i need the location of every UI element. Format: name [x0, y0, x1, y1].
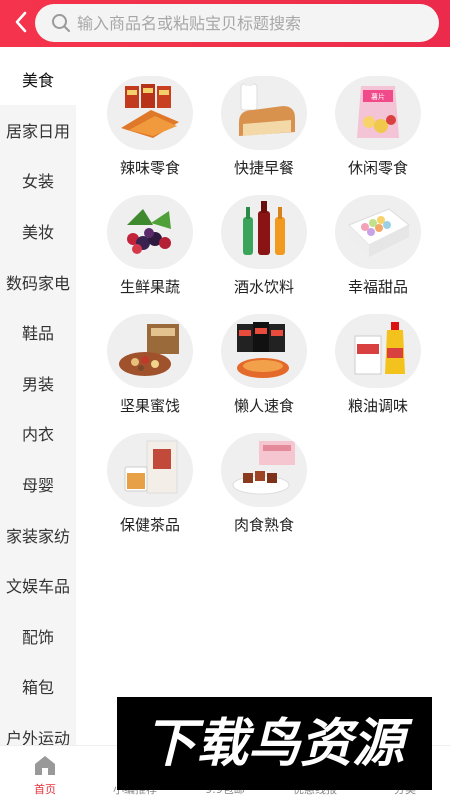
macaron-box-image: [335, 195, 421, 269]
search-bar[interactable]: [35, 4, 439, 42]
category-label: 懒人速食: [233, 397, 294, 415]
svg-text:薯片: 薯片: [371, 92, 385, 101]
category-item[interactable]: 坚果蜜饯: [93, 314, 207, 416]
chips-bag-image: 薯片: [335, 76, 421, 150]
tea-box-image: [107, 433, 193, 507]
category-item[interactable]: 肉食熟食: [207, 433, 321, 535]
category-item[interactable]: 保健茶品: [93, 433, 207, 535]
braised-meat-image: [221, 433, 307, 507]
category-item[interactable]: 快捷早餐: [207, 76, 321, 178]
category-label: 酒水饮料: [233, 278, 294, 296]
bottles-image: [221, 195, 307, 269]
sidebar-item[interactable]: 美妆: [0, 206, 76, 257]
home-icon: [35, 756, 55, 775]
tab-item[interactable]: 首页: [0, 746, 90, 800]
rice-oil-image: [335, 314, 421, 388]
sidebar-item[interactable]: 母婴: [0, 459, 76, 510]
category-sidebar: 美食 居家日用 女装 美妆 数码家电 鞋品 男装 内衣 母婴 家装家纺 文娱车品 配饰 箱包 户外运动: [0, 54, 76, 745]
category-label: 幸福甜品: [347, 278, 408, 296]
category-item[interactable]: 粮油调味: [321, 314, 435, 416]
category-label: 粮油调味: [347, 397, 408, 415]
sidebar-item[interactable]: 户外运动: [0, 712, 76, 745]
instant-noodles-image: [221, 314, 307, 388]
sidebar-item[interactable]: 女装: [0, 155, 76, 206]
category-label: 保健茶品: [119, 516, 180, 534]
subcategory-grid: 辣味零食 快捷早餐 薯片 休闲零食 生鲜果蔬 酒水饮料 幸福甜品 坚果蜜饯 懒人…: [93, 76, 435, 535]
watermark-logo-image: 下载鸟资源: [144, 714, 413, 774]
search-icon: [52, 14, 70, 32]
category-label: 生鲜果蔬: [119, 278, 180, 296]
sidebar-item[interactable]: 男装: [0, 358, 76, 409]
search-input[interactable]: [77, 13, 417, 33]
sidebar-item[interactable]: 数码家电: [0, 256, 76, 307]
category-item[interactable]: 酒水饮料: [207, 195, 321, 297]
category-label: 休闲零食: [347, 159, 408, 177]
berries-image: [107, 195, 193, 269]
spicy-snack-image: [107, 76, 193, 150]
top-bar: [0, 0, 450, 47]
category-item[interactable]: 生鲜果蔬: [93, 195, 207, 297]
tab-label: 首页: [34, 783, 56, 796]
sidebar-item[interactable]: 家装家纺: [0, 509, 76, 560]
category-item[interactable]: 辣味零食: [93, 76, 207, 178]
category-label: 辣味零食: [119, 159, 180, 177]
sidebar-item[interactable]: 鞋品: [0, 307, 76, 358]
bread-milk-image: [221, 76, 307, 150]
watermark-logo: 下载鸟资源: [117, 697, 432, 790]
category-label: 坚果蜜饯: [119, 397, 180, 415]
category-item[interactable]: 薯片 休闲零食: [321, 76, 435, 178]
sidebar-item[interactable]: 箱包: [0, 661, 76, 712]
category-item[interactable]: 幸福甜品: [321, 195, 435, 297]
back-button[interactable]: [8, 8, 34, 36]
category-label: 肉食熟食: [233, 516, 294, 534]
category-label: 快捷早餐: [233, 159, 294, 177]
sidebar-item[interactable]: 美食: [0, 54, 76, 105]
sidebar-item[interactable]: 居家日用: [0, 105, 76, 156]
chevron-left-icon: [15, 11, 27, 33]
sidebar-item[interactable]: 文娱车品: [0, 560, 76, 611]
sidebar-item[interactable]: 配饰: [0, 611, 76, 662]
sidebar-item[interactable]: 内衣: [0, 408, 76, 459]
category-item[interactable]: 懒人速食: [207, 314, 321, 416]
svg-text:下载鸟资源: 下载鸟资源: [144, 714, 413, 774]
nuts-box-image: [107, 314, 193, 388]
